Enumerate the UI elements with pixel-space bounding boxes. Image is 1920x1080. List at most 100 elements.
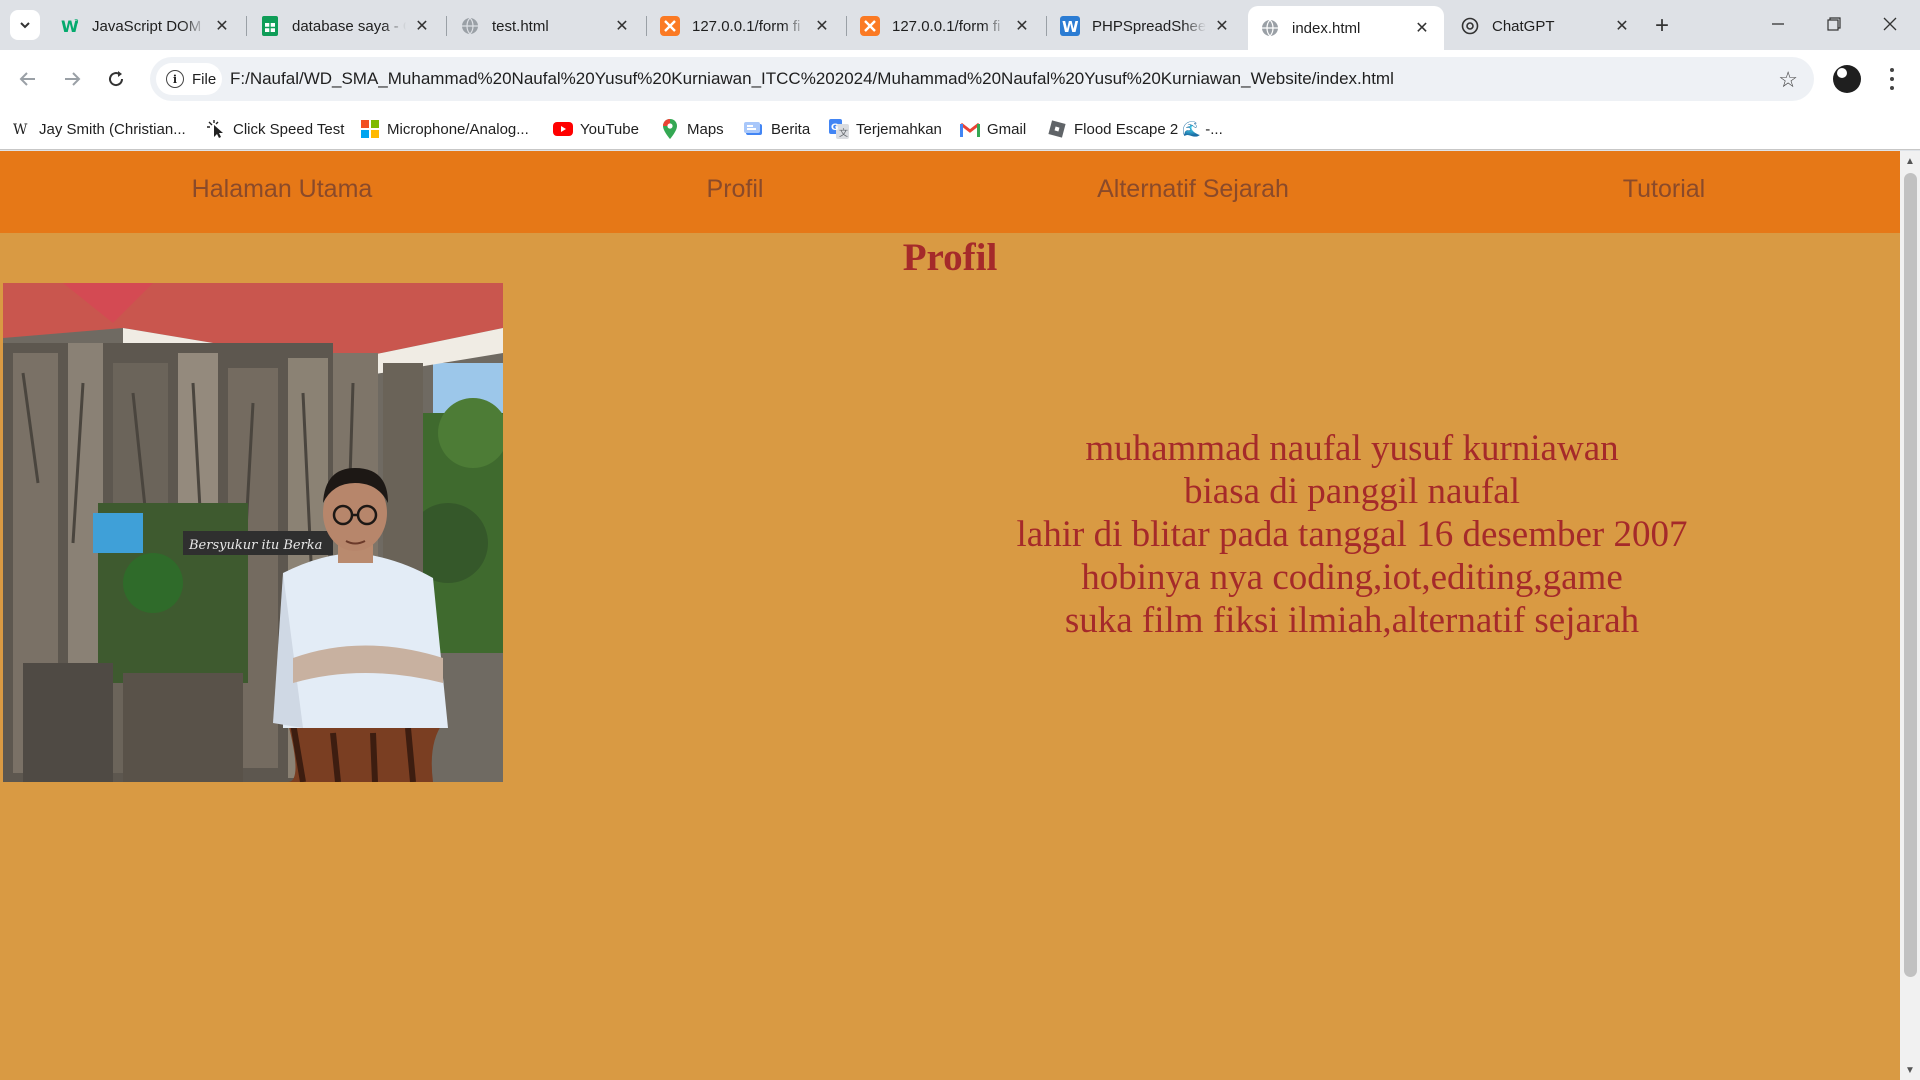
tab-separator [246,16,247,36]
w3schools-icon: W3 [60,16,80,36]
tab-title: index.html [1292,19,1361,37]
profile-avatar[interactable] [1833,65,1861,93]
tab-test-html[interactable]: test.html ✕ [448,6,644,46]
chevron-down-icon [20,22,30,29]
tab-strip: W3 JavaScript DOM ✕ database saya - G ✕ … [0,0,1920,50]
tab-separator [646,16,647,36]
tab-title: test.html [492,17,549,35]
close-icon [1883,17,1897,31]
svg-text:W: W [1062,18,1079,36]
youtube-icon [553,119,573,139]
word-icon: W [1060,16,1080,36]
browser-toolbar: i File F:/Naufal/WD_SMA_Muhammad%20Naufa… [0,50,1920,108]
google-sheets-icon [260,16,280,36]
bookmark-label: Berita [771,120,811,138]
close-window-button[interactable] [1862,0,1918,48]
bookmark-berita[interactable]: Berita [744,116,810,142]
restore-icon [1827,17,1841,31]
minimize-icon [1772,23,1784,25]
bookmark-maps[interactable]: Maps [660,116,724,142]
bookmark-label: Gmail [987,120,1027,138]
url-text[interactable]: F:/Naufal/WD_SMA_Muhammad%20Naufal%20Yus… [230,69,1394,89]
minimize-button[interactable] [1750,0,1806,48]
svg-text:G: G [831,123,838,133]
photo-sign-text: Bersyukur itu Berka [188,538,322,553]
tab-database-saya[interactable]: database saya - G ✕ [248,6,444,46]
nav-link-halaman-utama[interactable]: Halaman Utama [192,175,373,204]
address-bar[interactable]: i File F:/Naufal/WD_SMA_Muhammad%20Naufa… [150,57,1814,101]
bookmark-youtube[interactable]: YouTube [553,116,639,142]
close-icon[interactable]: ✕ [1012,16,1032,36]
close-icon[interactable]: ✕ [612,16,632,36]
bio-line-birth: lahir di blitar pada tanggal 16 desember… [1016,514,1688,555]
page-title: Profil [902,236,998,279]
new-tab-button[interactable]: + [1648,12,1676,40]
svg-text:文: 文 [839,127,848,139]
bookmark-star-icon[interactable]: ☆ [1778,67,1798,93]
site-navbar: Halaman Utama Profil Alternatif Sejarah … [0,151,1900,233]
scrollbar-thumb[interactable] [1904,173,1917,977]
bookmark-jay-smith[interactable]: W Jay Smith (Christian... [12,116,186,142]
nav-link-profil[interactable]: Profil [707,175,764,204]
tab-title: JavaScript DOM [92,17,202,35]
tab-form-2[interactable]: 127.0.0.1/form fi ✕ [848,6,1044,46]
bookmarks-bar: W Jay Smith (Christian... Click Speed Te… [0,108,1920,150]
roblox-icon [1047,119,1067,139]
close-icon[interactable]: ✕ [212,16,232,36]
gmail-icon [960,119,980,139]
tab-javascript-dom[interactable]: W3 JavaScript DOM ✕ [48,6,244,46]
bookmark-label: Jay Smith (Christian... [39,120,186,138]
chatgpt-icon [1460,16,1480,36]
bookmark-flood-escape[interactable]: Flood Escape 2 🌊 -... [1047,116,1223,142]
bookmark-terjemahkan[interactable]: G文 Terjemahkan [829,116,942,142]
close-icon[interactable]: ✕ [812,16,832,36]
tab-title: 127.0.0.1/form fi [892,17,1001,35]
bookmark-click-speed-test[interactable]: Click Speed Test [206,116,344,142]
restore-button[interactable] [1806,0,1862,48]
close-icon[interactable]: ✕ [1212,16,1232,36]
close-icon[interactable]: ✕ [1612,16,1632,36]
tab-phpspreadsheet[interactable]: W PHPSpreadSheet ✕ [1048,6,1244,46]
news-icon [744,119,764,139]
back-button[interactable] [10,61,46,97]
profile-photo: Bersyukur itu Berka [3,283,503,782]
tab-title: PHPSpreadSheet [1092,17,1206,35]
tab-chatgpt[interactable]: ChatGPT ✕ [1448,6,1644,46]
bio-line-nickname: biasa di panggil naufal [1184,471,1520,512]
tab-search-button[interactable] [10,10,40,40]
windows-icon [360,119,380,139]
forward-button[interactable] [54,61,90,97]
bookmark-label: Maps [687,120,724,138]
info-icon: i [166,70,184,88]
reload-icon [109,71,124,87]
translate-icon: G文 [829,119,849,139]
bio-line-films: suka film fiksi ilmiah,alternatif sejara… [1064,600,1640,641]
page-scrollbar[interactable]: ▲ ▼ [1900,151,1920,1080]
tab-form-1[interactable]: 127.0.0.1/form fi ✕ [648,6,844,46]
tab-separator [446,16,447,36]
profile-bio: muhammad naufal yusuf kurniawan biasa di… [952,427,1752,642]
bookmark-label: Microphone/Analog... [387,120,529,138]
page-viewport: Halaman Utama Profil Alternatif Sejarah … [0,151,1900,1080]
arrow-right-icon [65,72,81,86]
tab-index-html[interactable]: index.html ✕ [1248,6,1444,50]
scroll-down-arrow-icon[interactable]: ▼ [1900,1060,1920,1080]
xampp-icon [660,16,680,36]
bookmark-gmail[interactable]: Gmail [960,116,1026,142]
site-info-chip[interactable]: i File [156,63,222,95]
svg-text:3: 3 [74,18,78,26]
tab-title: 127.0.0.1/form fi [692,17,801,35]
bookmark-microphone[interactable]: Microphone/Analog... [360,116,529,142]
nav-link-tutorial[interactable]: Tutorial [1623,175,1705,204]
close-icon[interactable]: ✕ [1412,18,1432,38]
site-info-label: File [192,70,217,88]
nav-link-alternatif-sejarah[interactable]: Alternatif Sejarah [1097,175,1289,204]
globe-icon [1260,18,1280,38]
reload-button[interactable] [98,61,134,97]
bookmark-label: Click Speed Test [233,120,345,138]
bookmark-label: Flood Escape 2 🌊 -... [1074,121,1223,138]
scroll-up-arrow-icon[interactable]: ▲ [1900,151,1920,171]
tab-separator [1046,16,1047,36]
browser-menu-button[interactable] [1880,66,1904,92]
close-icon[interactable]: ✕ [412,16,432,36]
